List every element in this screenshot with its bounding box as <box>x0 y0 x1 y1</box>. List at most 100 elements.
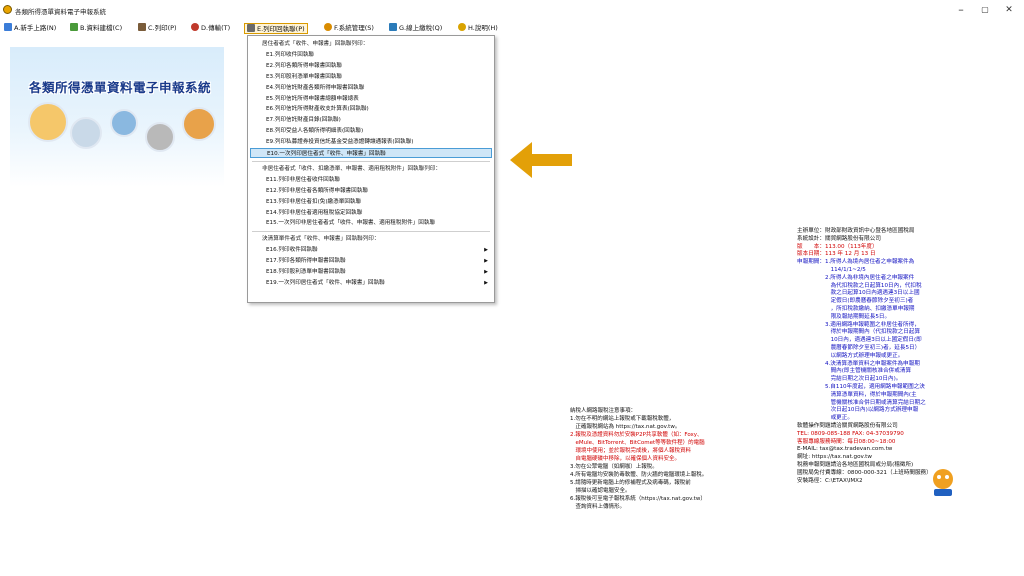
info-line: 114/1/1~2/5 <box>797 266 866 273</box>
info-line: 次日起10日內)以網路方式辦理申報 <box>797 407 919 414</box>
menu-data-entry[interactable]: B.資料建檔(C) <box>68 23 124 34</box>
submenu-arrow-icon: ▶ <box>484 269 488 275</box>
minimize-button[interactable]: – <box>948 2 974 18</box>
dropdown-menu-item[interactable]: E16.列印收件回執聯 ▶ <box>250 245 492 255</box>
submenu-arrow-icon: ▶ <box>484 247 488 254</box>
notice-line: 6.報稅後可至電子報稅系統（https://tax.nat.gov.tw） <box>570 496 706 502</box>
printer-icon <box>138 23 146 31</box>
menu-separator <box>252 231 490 233</box>
notice-line: eMule、BitTorrent、BitComet等等軟件程）的電腦 <box>570 440 705 446</box>
info-line: ，所扣稅款繳納、扣繳憑單申報期 <box>797 305 915 312</box>
dropdown-menu-item[interactable]: E7.列印信託財產目錄(回執聯) <box>250 115 492 125</box>
dropdown-menu-item[interactable]: E13.列印非居住者扣(免)繳憑單回執聯 <box>250 197 492 207</box>
coin-icon <box>182 107 216 141</box>
dropdown-menu-item[interactable]: E4.列印信託財產各類所得申報書回執聯 <box>250 83 492 93</box>
dropdown-menu-item[interactable]: E2.列印各類所得申報書回執聯 <box>250 61 492 71</box>
info-line: 限及報結期間延長5日。 <box>797 313 891 320</box>
menu-print[interactable]: C.列印(P) <box>136 23 179 34</box>
dropdown-menu-item[interactable]: E3.列印股利憑單申報書回執聯 <box>250 72 492 82</box>
dropdown-menu-item[interactable]: E14.列印非居住者適用租稅協定回執聯 <box>250 208 492 218</box>
info-line: 2.所得人為非境內居住者之申報案件 <box>797 274 915 281</box>
dropdown-menu-item[interactable]: E18.列印股利憑單申報書回執聯 ▶ <box>250 267 492 277</box>
menu-item-label: E10.一次列印居住者式「收件、申報書」回執聯 <box>267 151 386 157</box>
menu-online-payment[interactable]: G.線上繳稅(Q) <box>387 23 444 34</box>
window-title: 各類所得憑單資料電子申報系統 <box>15 8 106 16</box>
info-line: 國稅局免付費專線：0800-000-321（上班時間服務） <box>797 469 932 476</box>
menu-group-header: 居住者者式「收件、申報書」回執聯列印： <box>250 39 492 49</box>
dropdown-menu-item[interactable]: E9.列印私募證券投資信託基金受益憑證轉讓通報表(回執聯) <box>250 137 492 147</box>
menu-item-label: E1.列印收件回執聯 <box>266 51 315 58</box>
menu-group-header: 決清算單件者式「收件、申報書」回執聯列印： <box>250 234 492 244</box>
menu-item-label: E5.列印信託所得申報書總額申報總表 <box>266 95 359 102</box>
help-icon <box>458 23 466 31</box>
info-line: 主辦單位：財政部財政資訊中心暨各地區國稅局 <box>797 228 915 234</box>
info-line: 申報期間：1.所得人為境內居住者之申報案件為 <box>797 259 915 266</box>
dropdown-menu-item[interactable]: E6.列印信託所得財產收支計算表(回執聯) <box>250 104 492 114</box>
maximize-button[interactable]: ▢ <box>972 2 998 18</box>
info-line: 定假日(即農曆春節除夕至初三)者 <box>797 298 914 305</box>
menu-item-label: E7.列印信託財產目錄(回執聯) <box>266 117 341 124</box>
menu-transfer[interactable]: D.傳輸(T) <box>189 23 232 34</box>
dropdown-menu-item[interactable]: E15.一次列印非居住者者式「收件、申報書、適用租稅附件」回執聯 <box>250 218 492 228</box>
dropdown-menu-item[interactable]: E1.列印收件回執聯 <box>250 50 492 60</box>
dropdown-menu-item[interactable]: E5.列印信託所得申報書總額申報總表 <box>250 94 492 104</box>
dropdown-menu-item[interactable]: E17.列印各類所得申報書回執聯 ▶ <box>250 256 492 266</box>
menu-new-user[interactable]: A.新手上路(N) <box>2 23 58 34</box>
pointer-arrow-icon <box>510 142 572 178</box>
system-banner: 各類所得憑單資料電子申報系統 <box>10 47 224 187</box>
menu-item-label: E8.列印受益人各類所得明細表(回執聯) <box>266 128 364 135</box>
dropdown-menu-item[interactable]: E8.列印受益人各類所得明細表(回執聯) <box>250 126 492 136</box>
edit-icon <box>70 23 78 31</box>
dropdown-menu-item[interactable]: E10.一次列印居住者式「收件、申報書」回執聯 <box>250 148 492 158</box>
menu-bar: A.新手上路(N) B.資料建檔(C) C.列印(P) D.傳輸(T) E.列印… <box>0 22 1024 35</box>
info-line: 10日內，適遇連3日以上國定假日(即 <box>797 337 922 344</box>
system-info: 主辦單位：財政部財政資訊中心暨各地區國稅局 系統設計：關貿網路股份有限公司版 本：… <box>797 228 997 485</box>
notice-line: 4.所有電腦均安裝防毒軟體、防火牆的電腦環境上報稅。 <box>570 472 708 478</box>
banner-title: 各類所得憑單資料電子申報系統 <box>28 80 211 95</box>
info-line: TEL: 0809-085-188 FAX: 04-37039790 <box>797 430 904 437</box>
notice-line: 3.勿在公眾電腦（如網咖）上報稅。 <box>570 464 658 470</box>
menu-item-label: E16.列印收件回執聯 <box>266 247 318 254</box>
menu-item-label: E3.列印股利憑單申報書回執聯 <box>266 73 342 80</box>
menu-item-label: E9.列印私募證券投資信託基金受益憑證轉讓通報表(回執聯) <box>266 139 414 146</box>
info-line: 得於申報期間內（代扣稅款之日起算 <box>797 329 921 336</box>
menu-item-label: E4.列印信託財產各類所得申報書回執聯 <box>266 84 365 91</box>
info-line: 5.自110年度起，適用網路申報範圍之決 <box>797 383 925 390</box>
notice-line: 查詢資料上傳情形。 <box>570 504 626 510</box>
close-button[interactable]: ✕ <box>996 2 1022 18</box>
security-notice: 納稅人網路報稅注意事項： 1.勿在不明的網站上報稅或下載報稅軟體， 正確報稅網站… <box>570 407 770 511</box>
mascot-icon <box>933 469 953 496</box>
info-line: 或更正。 <box>797 415 853 422</box>
pay-icon <box>389 23 397 31</box>
submenu-arrow-icon: ▶ <box>484 279 488 286</box>
info-line: 農曆春節除夕至初三)者，延長5日） <box>797 344 921 351</box>
menu-item-label: E2.列印各類所得申報書回執聯 <box>266 62 342 69</box>
menu-group-header: 非居住者者式「收件、扣繳憑單、申報書、適用租稅附件」回執聯列印： <box>250 164 492 174</box>
receipt-icon <box>247 24 255 32</box>
notice-line: 2.報稅及憑證資料勿於安裝P2P共享軟體（如：Foxy、 <box>570 432 703 438</box>
hand-icon <box>145 122 175 152</box>
menu-item-label: E19.一次列印居住者式「收件、申報書」回執聯 <box>266 279 385 286</box>
menu-item-label: E13.列印非居住者扣(免)繳憑單回執聯 <box>266 198 362 205</box>
menu-item-label: 居住者者式「收件、申報書」回執聯列印： <box>262 41 369 47</box>
info-line: 系統設計：關貿網路股份有限公司 <box>797 235 881 242</box>
info-line: E-MAIL: tax@tax.tradevan.com.tw <box>797 446 893 453</box>
submenu-arrow-icon: ▶ <box>484 258 488 265</box>
menu-item-label: E11.列印非居住者收件回執聯 <box>266 176 340 183</box>
dropdown-menu-item[interactable]: E12.列印非居住者各類所得申報書回執聯 <box>250 186 492 196</box>
menu-item-label: E18.列印股利憑單申報書回執聯 <box>266 269 346 275</box>
menu-system-admin[interactable]: F.系統管理(S) <box>322 23 376 34</box>
notice-line: 1.勿在不明的網站上報稅或下載報稅軟體， <box>570 416 675 422</box>
notice-heading: 納稅人網路報稅注意事項： <box>570 408 637 414</box>
dropdown-menu-item[interactable]: E11.列印非居住者收件回執聯 <box>250 175 492 185</box>
user-icon <box>4 23 12 31</box>
info-line: 網址: https://tax.nat.gov.tw <box>797 454 872 461</box>
dropdown-menu-item[interactable]: E19.一次列印居住者式「收件、申報書」回執聯 ▶ <box>250 278 492 288</box>
menu-item-label: E6.列印信託所得財產收支計算表(回執聯) <box>266 106 369 113</box>
info-line: 安裝路徑：C:\ETAX\IMX2 <box>797 477 863 484</box>
menu-print-receipt[interactable]: E.列印回執聯(P) <box>244 23 308 34</box>
notice-line: 5.請隨時更新電腦上的修補程式及病毒碼，報稅前 <box>570 480 691 486</box>
globe-icon <box>110 109 138 137</box>
print-receipt-dropdown: 居住者者式「收件、申報書」回執聯列印： E1.列印收件回執聯 E2.列印各類所得申報… <box>247 35 495 303</box>
menu-help[interactable]: H.說明(H) <box>456 23 500 34</box>
